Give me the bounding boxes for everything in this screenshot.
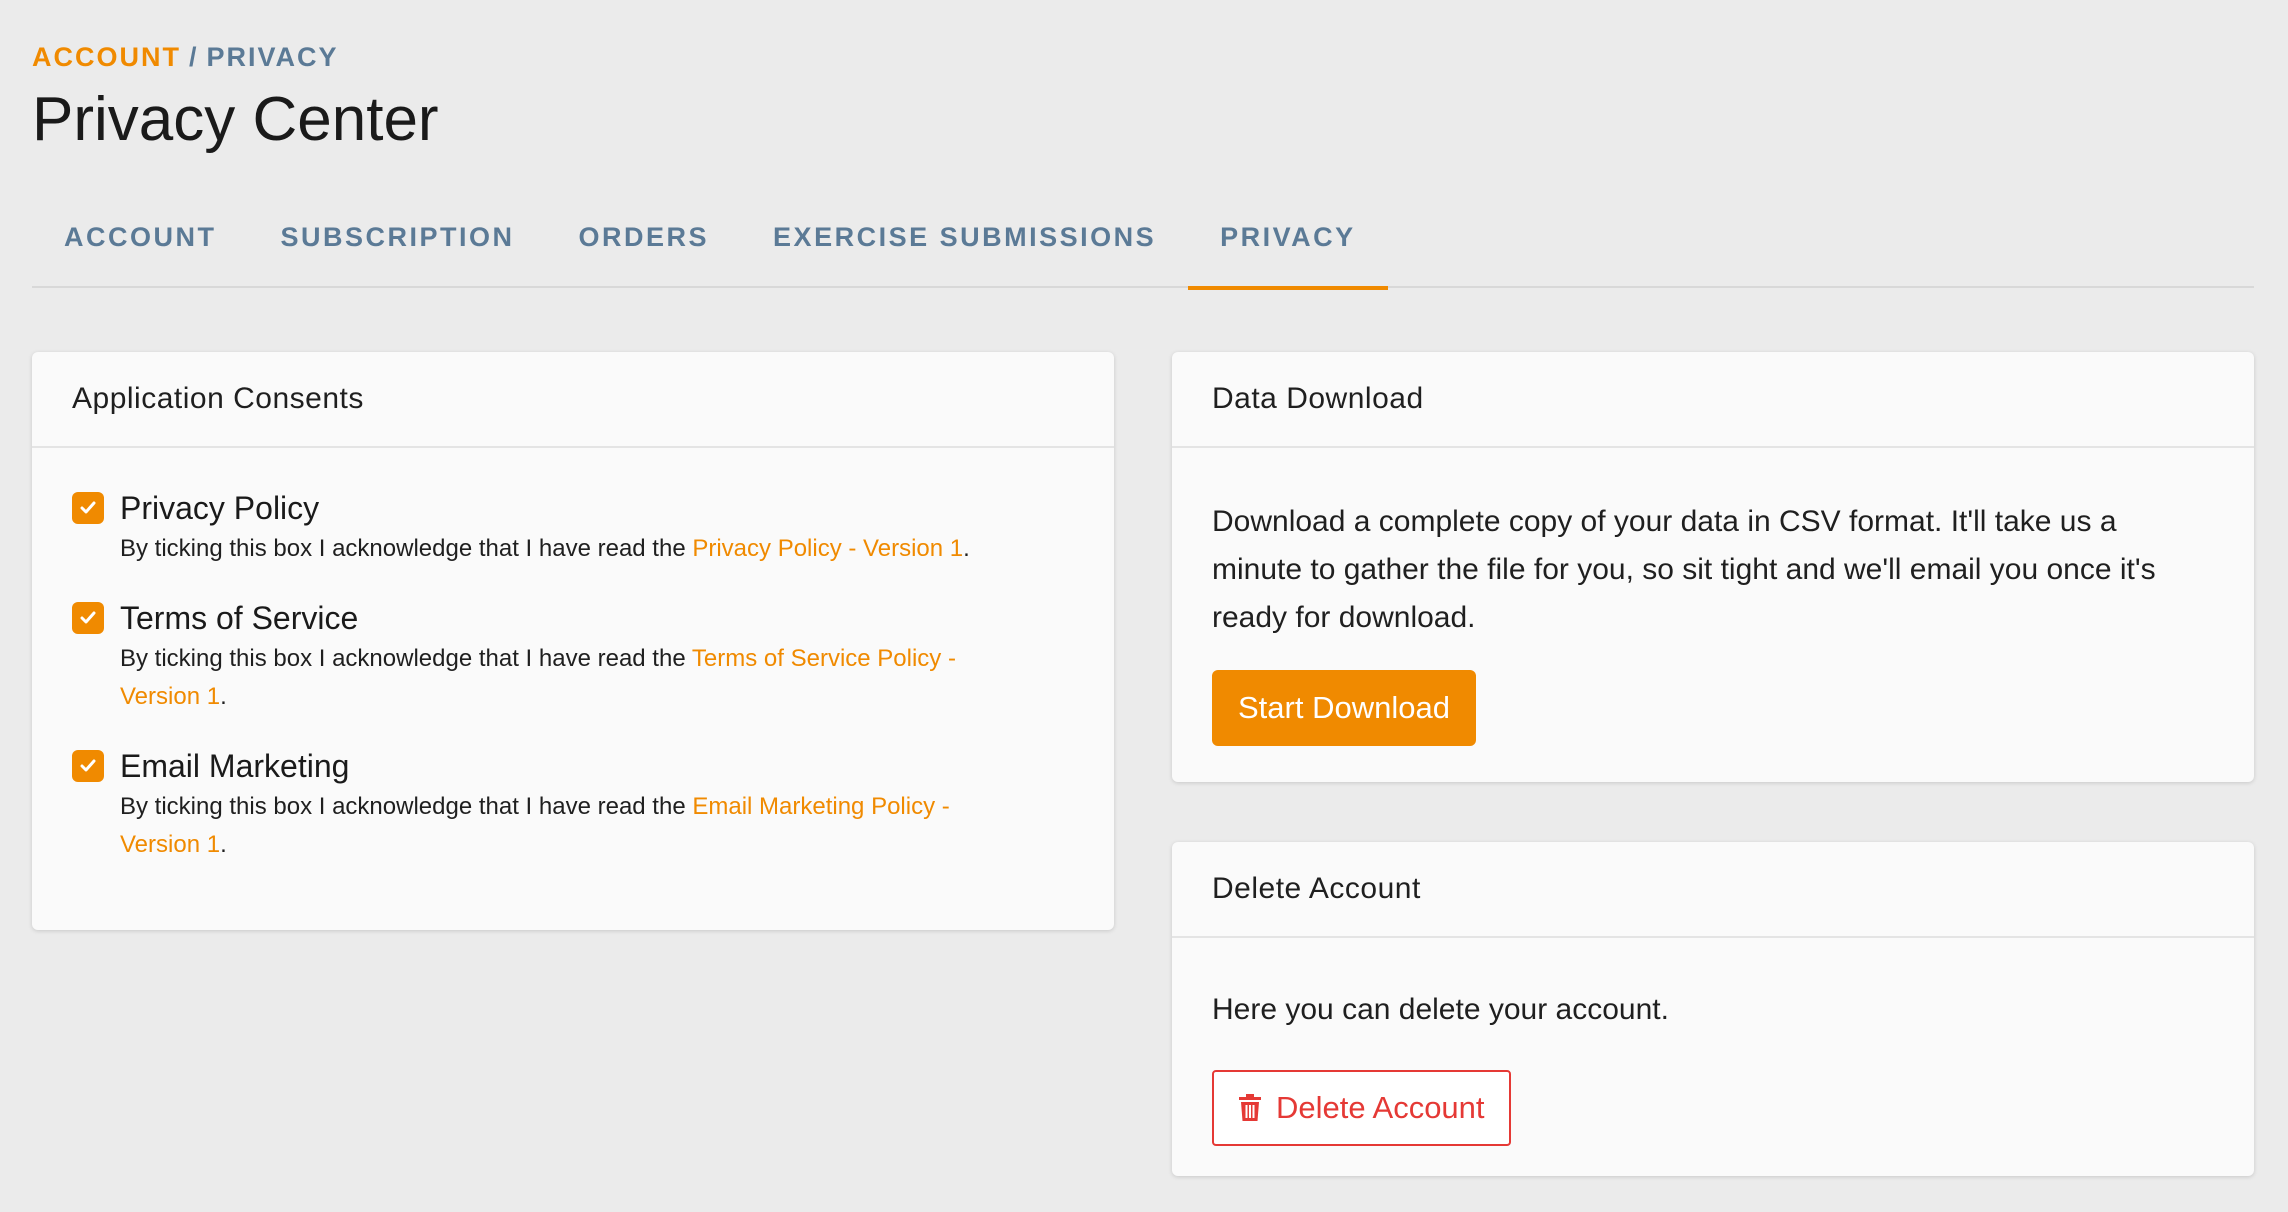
consent-label: Email Marketing bbox=[120, 748, 350, 784]
tab-exercise-submissions[interactable]: EXERCISE SUBMISSIONS bbox=[741, 200, 1188, 288]
privacy-policy-link[interactable]: Privacy Policy - Version 1 bbox=[692, 535, 963, 562]
tab-bar: ACCOUNT SUBSCRIPTION ORDERS EXERCISE SUB… bbox=[32, 200, 2254, 290]
breadcrumb-separator: / bbox=[189, 42, 199, 72]
data-download-description: Download a complete copy of your data in… bbox=[1212, 505, 2156, 634]
consent-item-email-marketing: Email Marketing By ticking this box I ac… bbox=[72, 746, 1074, 864]
consent-label: Terms of Service bbox=[120, 600, 359, 636]
checkmark-icon bbox=[80, 501, 96, 514]
consent-description-text: By ticking this box I acknowledge that I… bbox=[120, 793, 693, 820]
tab-orders[interactable]: ORDERS bbox=[547, 200, 742, 288]
privacy-policy-checkbox[interactable] bbox=[72, 492, 104, 524]
delete-account-card: Delete Account Here you can delete your … bbox=[1172, 842, 2254, 1176]
consent-description: By ticking this box I acknowledge that I… bbox=[120, 788, 1020, 864]
consent-description-text: By ticking this box I acknowledge that I… bbox=[120, 645, 692, 672]
consent-item-terms-of-service: Terms of Service By ticking this box I a… bbox=[72, 598, 1074, 716]
tab-privacy[interactable]: PRIVACY bbox=[1188, 200, 1388, 290]
delete-account-button[interactable]: Delete Account bbox=[1212, 1070, 1511, 1146]
data-download-body: Download a complete copy of your data in… bbox=[1172, 448, 2254, 786]
data-download-card: Data Download Download a complete copy o… bbox=[1172, 352, 2254, 782]
tab-subscription[interactable]: SUBSCRIPTION bbox=[249, 200, 547, 288]
consent-description-suffix: . bbox=[220, 831, 227, 858]
delete-account-button-label: Delete Account bbox=[1276, 1090, 1485, 1125]
consent-label: Privacy Policy bbox=[120, 490, 320, 526]
consent-description: By ticking this box I acknowledge that I… bbox=[120, 530, 1074, 568]
data-download-title: Data Download bbox=[1172, 352, 2254, 448]
trash-icon bbox=[1239, 1094, 1261, 1121]
consent-item-privacy-policy: Privacy Policy By ticking this box I ack… bbox=[72, 488, 1074, 568]
breadcrumb-account-link[interactable]: ACCOUNT bbox=[32, 42, 181, 72]
consents-card-title: Application Consents bbox=[32, 352, 1114, 448]
email-marketing-checkbox[interactable] bbox=[72, 750, 104, 782]
start-download-button[interactable]: Start Download bbox=[1212, 670, 1476, 746]
checkmark-icon bbox=[80, 759, 96, 772]
consent-description: By ticking this box I acknowledge that I… bbox=[120, 640, 1020, 716]
page-title: Privacy Center bbox=[32, 85, 439, 154]
delete-account-title: Delete Account bbox=[1172, 842, 2254, 938]
consent-description-suffix: . bbox=[220, 683, 227, 710]
breadcrumb: ACCOUNT / PRIVACY bbox=[32, 42, 339, 73]
consents-card: Application Consents Privacy Policy By t… bbox=[32, 352, 1114, 930]
consent-description-suffix: . bbox=[963, 535, 970, 562]
tab-account[interactable]: ACCOUNT bbox=[32, 200, 249, 288]
delete-account-body: Here you can delete your account. Delete… bbox=[1172, 938, 2254, 1186]
checkmark-icon bbox=[80, 611, 96, 624]
breadcrumb-current: PRIVACY bbox=[206, 42, 339, 72]
terms-of-service-checkbox[interactable] bbox=[72, 602, 104, 634]
consent-description-text: By ticking this box I acknowledge that I… bbox=[120, 535, 693, 562]
consents-card-body: Privacy Policy By ticking this box I ack… bbox=[32, 448, 1114, 934]
privacy-page: ACCOUNT / PRIVACY Privacy Center ACCOUNT S… bbox=[0, 0, 2288, 1212]
delete-account-description: Here you can delete your account. bbox=[1212, 993, 1669, 1026]
